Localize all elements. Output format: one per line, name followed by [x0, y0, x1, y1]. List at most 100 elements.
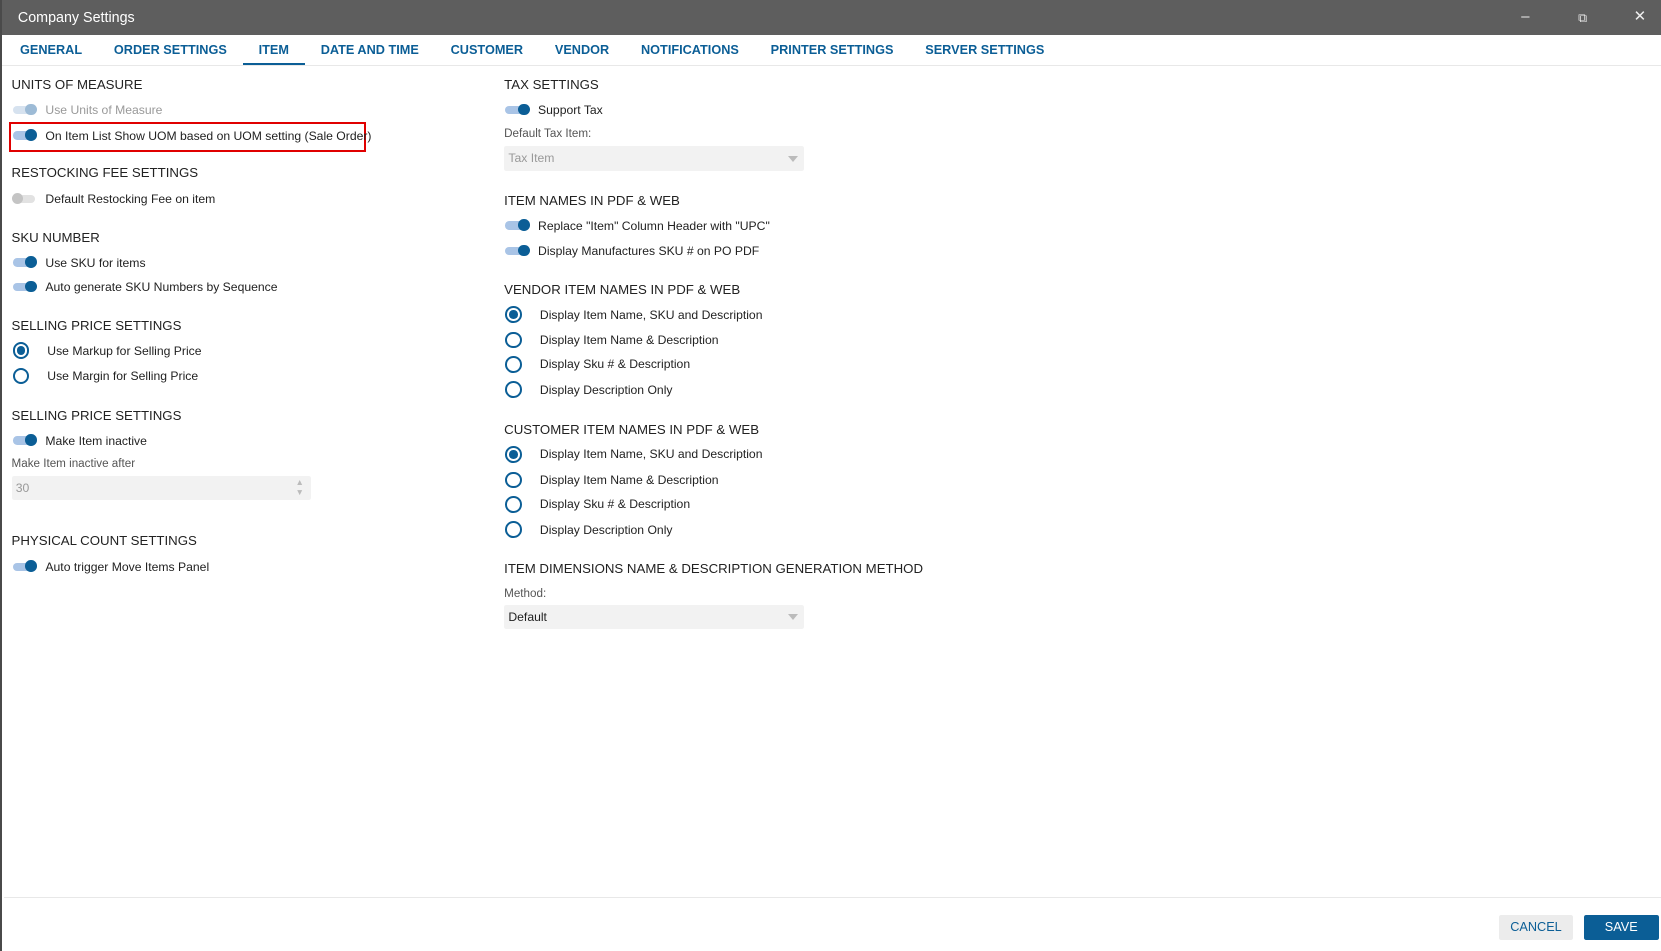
radio-label: Display Item Name & Description: [539, 333, 719, 348]
toggle-label: Auto generate SKU Numbers by Sequence: [45, 280, 278, 295]
method-value: Default: [508, 609, 547, 624]
company-settings-window: Company Settings – ⧉ ✕ GENERAL ORDER SET…: [0, 0, 1661, 951]
radio-label: Display Item Name, SKU and Description: [539, 447, 763, 462]
vendor-option-radio[interactable]: Display Item Name & Description: [505, 331, 719, 349]
radio-label: Display Sku # & Description: [539, 357, 691, 372]
chevron-down-icon: [787, 614, 798, 621]
vendor-option-radio[interactable]: Display Item Name, SKU and Description: [505, 306, 762, 323]
tab-vendor[interactable]: VENDOR: [539, 35, 625, 65]
inactive-after-value: 30: [15, 480, 30, 495]
radio-icon[interactable]: [505, 521, 522, 539]
use-sku-toggle[interactable]: Use SKU for items: [12, 254, 146, 271]
auto-sku-toggle[interactable]: Auto generate SKU Numbers by Sequence: [12, 279, 278, 296]
radio-selected-icon[interactable]: [505, 306, 522, 323]
toggle-switch[interactable]: [504, 217, 530, 234]
toggle-switch[interactable]: [504, 102, 530, 119]
radio-label: Use Markup for Selling Price: [47, 343, 202, 358]
item-names-header: ITEM NAMES IN PDF & WEB: [504, 192, 680, 208]
toggle-switch[interactable]: [11, 191, 37, 208]
physical-count-header: PHYSICAL COUNT SETTINGS: [11, 532, 197, 548]
radio-icon[interactable]: [505, 331, 522, 349]
radio-label: Display Description Only: [539, 522, 673, 537]
make-item-inactive-toggle[interactable]: Make Item inactive: [12, 432, 147, 449]
customer-item-names-header: CUSTOMER ITEM NAMES IN PDF & WEB: [504, 421, 760, 437]
auto-trigger-toggle[interactable]: Auto trigger Move Items Panel: [12, 558, 210, 575]
toggle-switch[interactable]: [12, 432, 37, 449]
vendor-item-names-header: VENDOR ITEM NAMES IN PDF & WEB: [504, 281, 741, 297]
toggle-label: Use Units of Measure: [45, 103, 163, 118]
close-icon[interactable]: ✕: [1629, 8, 1650, 27]
default-tax-select[interactable]: Tax Item: [504, 146, 804, 171]
radio-label: Display Description Only: [539, 382, 673, 397]
toggle-switch[interactable]: [12, 279, 37, 296]
customer-option-radio[interactable]: Display Item Name & Description: [505, 471, 719, 489]
toggle-switch[interactable]: [12, 102, 37, 119]
default-restocking-fee-toggle[interactable]: Default Restocking Fee on item: [11, 191, 216, 208]
radio-icon[interactable]: [505, 495, 522, 513]
tab-item[interactable]: ITEM: [242, 35, 305, 65]
customer-option-radio[interactable]: Display Sku # & Description: [505, 495, 690, 513]
inactive-after-label: Make Item inactive after: [11, 456, 136, 470]
toggle-label: Display Manufactures SKU # on PO PDF: [538, 244, 760, 259]
save-button[interactable]: SAVE: [1583, 915, 1659, 940]
minimize-icon[interactable]: –: [1515, 8, 1536, 27]
item-dimensions-header: ITEM DIMENSIONS NAME & DESCRIPTION GENER…: [504, 561, 924, 577]
toggle-switch[interactable]: [12, 254, 37, 271]
radio-selected-icon[interactable]: [12, 342, 30, 359]
inactive-after-spinbox[interactable]: 30 ▲ ▼: [11, 475, 312, 501]
method-label: Method:: [504, 586, 547, 600]
use-uom-toggle[interactable]: Use Units of Measure: [12, 102, 163, 119]
sku-number-header: SKU NUMBER: [11, 229, 100, 245]
cancel-button[interactable]: CANCEL: [1498, 915, 1574, 940]
tab-notifications[interactable]: NOTIFICATIONS: [625, 35, 755, 65]
toggle-label: Default Restocking Fee on item: [45, 192, 216, 207]
radio-icon[interactable]: [505, 471, 522, 489]
tab-customer[interactable]: CUSTOMER: [435, 35, 539, 65]
units-of-measure-header: UNITS OF MEASURE: [11, 77, 143, 93]
tab-printer-settings[interactable]: PRINTER SETTINGS: [755, 35, 910, 65]
default-tax-placeholder: Tax Item: [508, 151, 555, 166]
tab-bar: GENERAL ORDER SETTINGS ITEM DATE AND TIM…: [2, 35, 1661, 66]
toggle-switch[interactable]: [504, 243, 530, 260]
toggle-label: Auto trigger Move Items Panel: [45, 559, 210, 574]
show-uom-toggle[interactable]: On Item List Show UOM based on UOM setti…: [12, 127, 372, 144]
manufactures-sku-toggle[interactable]: Display Manufactures SKU # on PO PDF: [504, 243, 759, 260]
toggle-switch[interactable]: [12, 127, 37, 144]
default-tax-label: Default Tax Item:: [504, 127, 592, 141]
selling-price-inactive-header: SELLING PRICE SETTINGS: [11, 407, 182, 423]
tab-order-settings[interactable]: ORDER SETTINGS: [98, 35, 243, 65]
footer-divider: [4, 897, 1661, 899]
toggle-label: Make Item inactive: [45, 433, 147, 448]
radio-label: Use Margin for Selling Price: [47, 369, 199, 384]
tab-general[interactable]: GENERAL: [4, 35, 98, 65]
support-tax-toggle[interactable]: Support Tax: [504, 102, 603, 119]
spin-up-icon[interactable]: ▲: [296, 477, 304, 488]
tax-settings-header: TAX SETTINGS: [504, 77, 599, 93]
replace-upc-toggle[interactable]: Replace "Item" Column Header with "UPC": [504, 217, 770, 234]
toggle-label: Support Tax: [538, 103, 603, 118]
restore-icon[interactable]: ⧉: [1572, 8, 1593, 27]
customer-option-radio[interactable]: Display Description Only: [505, 521, 673, 539]
method-select[interactable]: Default: [504, 604, 804, 630]
toggle-switch[interactable]: [12, 558, 37, 575]
toggle-label: Use SKU for items: [45, 255, 146, 270]
radio-icon[interactable]: [505, 356, 522, 373]
window-title: Company Settings: [17, 9, 135, 26]
vendor-option-radio[interactable]: Display Sku # & Description: [505, 356, 690, 373]
radio-selected-icon[interactable]: [505, 446, 522, 463]
customer-option-radio[interactable]: Display Item Name, SKU and Description: [505, 446, 762, 463]
radio-icon[interactable]: [12, 367, 30, 385]
vendor-option-radio[interactable]: Display Description Only: [505, 381, 673, 399]
title-bar: Company Settings – ⧉ ✕: [2, 0, 1661, 35]
tab-server-settings[interactable]: SERVER SETTINGS: [909, 35, 1060, 65]
tab-date-and-time[interactable]: DATE AND TIME: [305, 35, 435, 65]
radio-label: Display Item Name, SKU and Description: [539, 307, 763, 322]
radio-label: Display Item Name & Description: [539, 472, 719, 487]
restocking-fee-header: RESTOCKING FEE SETTINGS: [11, 165, 199, 181]
markup-radio[interactable]: Use Markup for Selling Price: [12, 342, 202, 359]
radio-icon[interactable]: [505, 381, 522, 399]
spin-down-icon[interactable]: ▼: [296, 488, 304, 498]
toggle-label: Replace "Item" Column Header with "UPC": [538, 218, 770, 233]
margin-radio[interactable]: Use Margin for Selling Price: [12, 367, 199, 385]
toggle-label: On Item List Show UOM based on UOM setti…: [45, 128, 372, 143]
